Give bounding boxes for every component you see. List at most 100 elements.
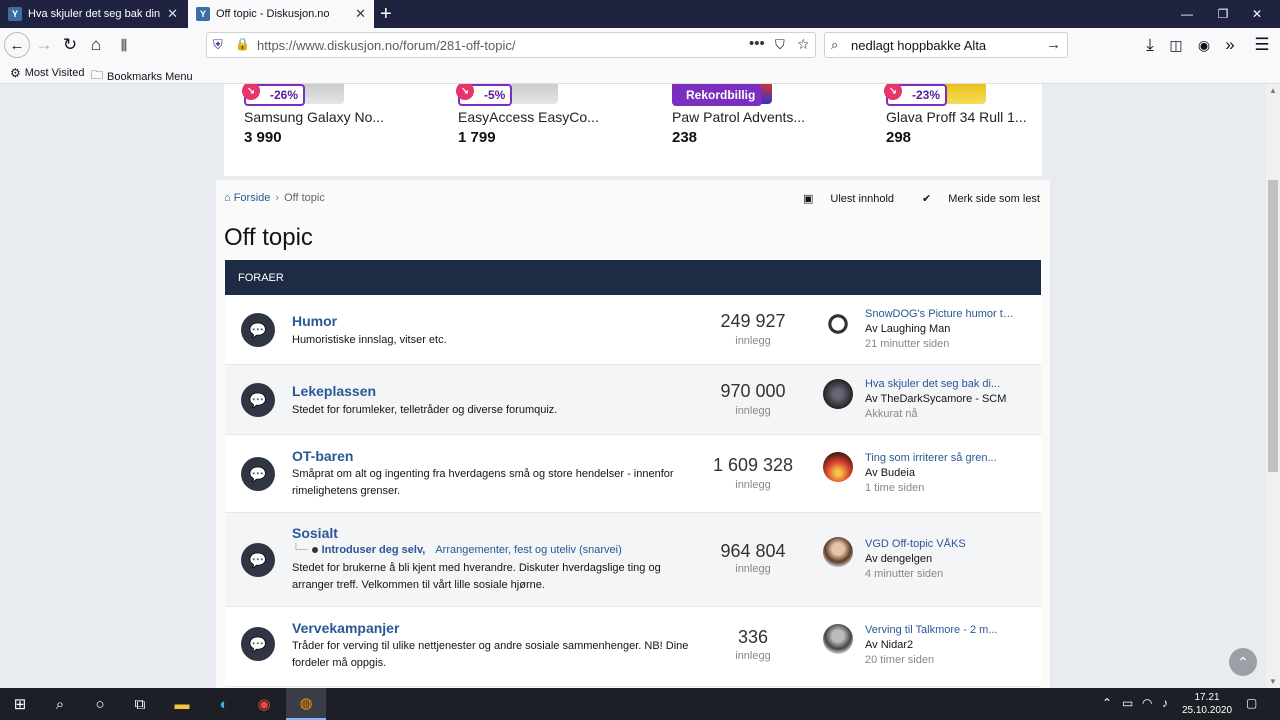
tab-hva-skjuler[interactable]: Y Hva skjuler det seg bak din Ctrl ✕ xyxy=(0,0,186,28)
badge-text: Rekordbillig xyxy=(686,88,756,102)
bookmark-star-icon[interactable]: ☆ xyxy=(797,36,810,53)
deal-badge: Rekordbillig xyxy=(672,84,763,106)
page-actions: ▣ Ulest innhold ✔ Merk side som lest xyxy=(775,192,1040,205)
post-count-label: innlegg xyxy=(735,563,771,575)
overflow-menu-icon[interactable]: » xyxy=(1218,33,1242,57)
ad-item[interactable]: ↘ -23% Glava Proff 34 Rull 1... 298 xyxy=(866,84,1066,176)
product-name[interactable]: EasyAccess EasyCo... xyxy=(458,109,599,125)
forum-title[interactable]: Vervekampanjer xyxy=(292,620,399,636)
last-post-title[interactable]: Hva skjuler det seg bak di... xyxy=(865,378,1015,390)
product-name[interactable]: Paw Patrol Advents... xyxy=(672,109,805,125)
search-query[interactable]: nedlagt hoppbakke Alta xyxy=(851,38,986,53)
page-scrollbar[interactable]: ▲ ▼ xyxy=(1266,84,1280,688)
new-tab-button[interactable]: + xyxy=(380,3,392,26)
avatar[interactable] xyxy=(823,537,853,567)
forum-title[interactable]: Humor xyxy=(292,313,337,329)
unread-content-link[interactable]: ▣ Ulest innhold xyxy=(789,192,894,205)
check-icon: ✔ xyxy=(922,193,935,205)
product-price: 298 xyxy=(886,129,912,146)
task-view-icon[interactable]: ⧉ xyxy=(120,688,160,720)
close-window-button[interactable]: ✕ xyxy=(1234,0,1280,28)
bookmarks-toolbar: ⚙ Most Visited 🗀 Bookmarks Menu xyxy=(0,62,1280,84)
ad-item[interactable]: Rekordbillig Paw Patrol Advents... 238 xyxy=(652,84,852,176)
sidebar-button[interactable]: ◫ xyxy=(1164,33,1188,57)
arrow-down-icon: ↘ xyxy=(242,84,260,100)
cortana-icon[interactable]: ○ xyxy=(80,688,120,720)
file-explorer-icon[interactable]: ▬ xyxy=(162,688,202,720)
lock-icon[interactable]: 🔒 xyxy=(235,37,250,51)
scroll-down-icon[interactable]: ▼ xyxy=(1269,677,1277,686)
tab-off-topic[interactable]: Y Off topic - Diskusjon.no ✕ xyxy=(188,0,374,28)
ad-item[interactable]: ↘ -26% Samsung Galaxy No... 3 990 xyxy=(224,84,424,176)
last-post-author[interactable]: Av TheDarkSycamore - SCM xyxy=(865,393,1006,405)
mark-read-link[interactable]: ✔ Merk side som lest xyxy=(908,192,1040,205)
avatar[interactable] xyxy=(823,624,853,654)
last-post-time: 1 time siden xyxy=(865,482,925,494)
bookmark-label: Most Visited xyxy=(24,67,85,79)
last-post-author[interactable]: Av Laughing Man xyxy=(865,323,950,335)
home-button[interactable]: ⌂ xyxy=(84,33,108,57)
subforum-arrangementer[interactable]: Arrangementer, fest og uteliv (snarvei) xyxy=(435,544,621,556)
hamburger-menu-icon[interactable]: ☰ xyxy=(1250,33,1274,57)
clock-date: 25.10.2020 xyxy=(1181,705,1233,716)
breadcrumb-home[interactable]: Forside xyxy=(234,192,271,204)
forum-title[interactable]: Lekeplassen xyxy=(292,383,376,399)
library-button[interactable]: ⫼ xyxy=(112,33,136,57)
search-input[interactable]: ⌕ nedlagt hoppbakke Alta → xyxy=(824,32,1068,58)
last-post-title[interactable]: Verving til Talkmore - 2 m... xyxy=(865,624,1015,636)
last-post-author[interactable]: Av dengelgen xyxy=(865,553,932,565)
search-icon[interactable]: ⌕ xyxy=(40,688,80,720)
last-post-author[interactable]: Av Nidar2 xyxy=(865,639,913,651)
badge-text: -23% xyxy=(912,88,941,102)
close-icon[interactable]: ✕ xyxy=(167,6,178,22)
last-post-title[interactable]: VGD Off-topic VÅKS xyxy=(865,538,1015,550)
mark-read-label: Merk side som lest xyxy=(948,193,1040,205)
notifications-icon[interactable]: ▢ xyxy=(1246,696,1257,710)
battery-icon[interactable]: ▭ xyxy=(1122,696,1133,710)
pocket-icon[interactable]: ⛉ xyxy=(775,37,785,53)
post-count: 336 xyxy=(737,627,769,647)
url-bar[interactable]: ⛨ 🔒 https://www.diskusjon.no/forum/281-o… xyxy=(206,32,816,58)
page-title: Off topic xyxy=(224,224,313,251)
avatar[interactable] xyxy=(823,452,853,482)
chrome-icon[interactable]: ◉ xyxy=(244,688,284,720)
close-icon[interactable]: ✕ xyxy=(355,6,366,22)
url-text[interactable]: https://www.diskusjon.no/forum/281-off-t… xyxy=(257,38,515,53)
web-page: ↘ -26% Samsung Galaxy No... 3 990 ↘ -5% Ea… xyxy=(0,84,1266,688)
forward-button[interactable]: → xyxy=(32,33,56,57)
avatar[interactable] xyxy=(823,379,853,409)
edge-icon[interactable]: ◐ xyxy=(204,688,244,720)
page-actions-icon[interactable]: ••• xyxy=(749,35,765,52)
last-post-author[interactable]: Av Budeia xyxy=(865,467,915,479)
forum-description: Stedet for brukerne å bli kjent med hver… xyxy=(292,562,661,591)
wifi-icon[interactable]: ◠ xyxy=(1142,696,1152,710)
forum-title[interactable]: Sosialt xyxy=(292,525,338,541)
scroll-up-icon[interactable]: ▲ xyxy=(1269,86,1277,95)
system-clock[interactable]: 17.21 25.10.2020 xyxy=(1180,691,1234,717)
volume-icon[interactable]: ♪ xyxy=(1162,696,1168,710)
reload-button[interactable]: ↻ xyxy=(58,33,82,57)
forum-row-ot-baren: 💬 OT-baren Småprat om alt og ingenting f… xyxy=(225,435,1041,513)
scroll-to-top-button[interactable]: ⌃ xyxy=(1229,648,1257,676)
bookmark-most-visited[interactable]: ⚙ Most Visited xyxy=(10,66,84,80)
last-post-title[interactable]: Ting som irriterer så gren... xyxy=(865,452,1015,464)
back-button[interactable]: ← xyxy=(4,32,30,58)
ad-item[interactable]: ↘ -5% EasyAccess EasyCo... 1 799 xyxy=(438,84,638,176)
chevron-up-icon[interactable]: ⌃ xyxy=(1102,696,1112,710)
forum-title[interactable]: OT-baren xyxy=(292,448,353,464)
scrollbar-thumb[interactable] xyxy=(1268,180,1278,472)
breadcrumb-current: Off topic xyxy=(284,192,325,204)
account-icon[interactable]: ◉ xyxy=(1192,33,1216,57)
product-name[interactable]: Glava Proff 34 Rull 1... xyxy=(886,109,1027,125)
downloads-button[interactable]: ⤓ xyxy=(1138,33,1162,57)
avatar[interactable] xyxy=(823,309,853,339)
shield-icon[interactable]: ⛨ xyxy=(213,37,223,53)
firefox-icon[interactable]: ◍ xyxy=(286,688,326,720)
chat-bubbles-icon: 💬 xyxy=(241,313,275,347)
product-name[interactable]: Samsung Galaxy No... xyxy=(244,109,384,125)
search-go-icon[interactable]: → xyxy=(1046,36,1061,53)
last-post-title[interactable]: SnowDOG's Picture humor th... xyxy=(865,308,1015,320)
windows-start-icon[interactable]: ⊞ xyxy=(0,688,40,720)
subforum-introduser[interactable]: Introduser deg selv, xyxy=(322,544,426,556)
home-icon[interactable]: ⌂ xyxy=(224,192,234,204)
